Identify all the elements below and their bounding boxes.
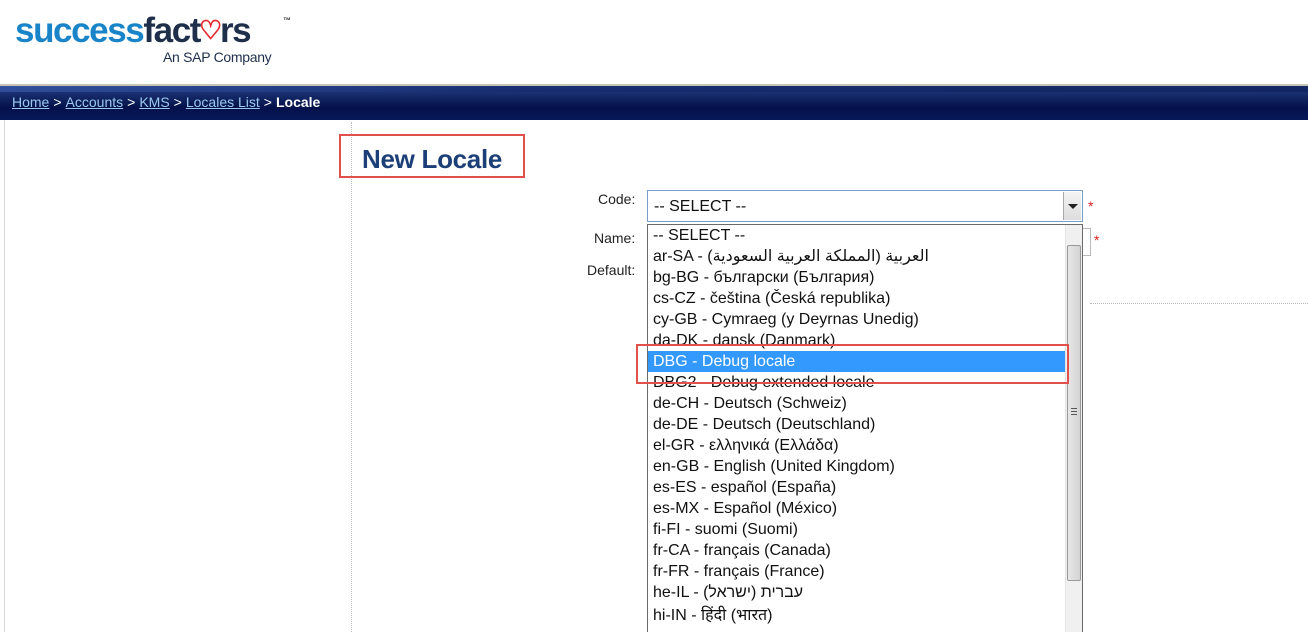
breadcrumb-bar: Home > Accounts > KMS > Locales List > Locale <box>0 86 1308 120</box>
breadcrumb: Home > Accounts > KMS > Locales List > Locale <box>12 94 320 110</box>
dropdown-option[interactable]: el-GR - ελληνικά (Ελλάδα) <box>648 435 1065 456</box>
dropdown-option[interactable]: ar-SA - العربية (المملكة العربية السعودي… <box>648 246 1065 267</box>
section-divider <box>1090 303 1308 304</box>
dropdown-option[interactable]: fr-FR - français (France) <box>648 561 1065 582</box>
successfactors-logo: successfact♡rs ™ An SAP Company <box>15 10 291 65</box>
logo-tagline: An SAP Company <box>163 49 272 65</box>
logo-wordmark-factors: fact♡rs <box>143 11 251 50</box>
heart-icon: ♡ <box>199 15 222 45</box>
option-highlight-box <box>636 344 1069 384</box>
dropdown-option[interactable]: bg-BG - български (България) <box>648 267 1065 288</box>
logo-wordmark: successfact♡rs <box>15 11 252 50</box>
breadcrumb-separator: > <box>173 94 182 110</box>
code-select-value: -- SELECT -- <box>654 198 747 215</box>
dropdown-option[interactable]: de-DE - Deutsch (Deutschland) <box>648 414 1065 435</box>
name-required-marker: * <box>1094 232 1100 248</box>
grip-line <box>1071 408 1077 409</box>
default-label: Default: <box>587 262 636 278</box>
name-label: Name: <box>594 230 636 246</box>
grip-line <box>1071 411 1077 412</box>
dropdown-option[interactable]: es-ES - español (España) <box>648 477 1065 498</box>
breadcrumb-current: Locale <box>275 94 321 110</box>
dropdown-scrollbar[interactable] <box>1065 225 1082 632</box>
column-divider <box>351 122 352 632</box>
chevron-down-icon <box>1068 204 1078 209</box>
dropdown-option[interactable]: -- SELECT -- <box>648 225 1065 246</box>
dropdown-option[interactable]: fi-FI - suomi (Suomi) <box>648 519 1065 540</box>
content-border <box>4 120 5 632</box>
breadcrumb-locales-list-link[interactable]: Locales List <box>186 94 260 110</box>
grip-line <box>1071 414 1077 415</box>
code-select[interactable]: -- SELECT -- <box>647 190 1083 222</box>
code-label: Code: <box>598 191 636 207</box>
breadcrumb-separator: > <box>263 94 272 110</box>
breadcrumb-accounts-link[interactable]: Accounts <box>66 94 124 110</box>
breadcrumb-separator: > <box>53 94 62 110</box>
dropdown-option[interactable]: hi-IN - हिंदी (भारत) <box>648 604 1065 628</box>
breadcrumb-separator: > <box>127 94 136 110</box>
breadcrumb-kms-link[interactable]: KMS <box>139 94 169 110</box>
logo-trademark: ™ <box>283 16 291 25</box>
breadcrumb-home-link[interactable]: Home <box>12 94 49 110</box>
dropdown-option[interactable]: de-CH - Deutsch (Schweiz) <box>648 393 1065 414</box>
code-dropdown-list[interactable]: -- SELECT -- ar-SA - العربية (المملكة ال… <box>647 224 1083 632</box>
code-required-marker: * <box>1088 198 1094 214</box>
dropdown-option[interactable]: he-IL - עברית (ישראל) <box>648 582 1065 603</box>
dropdown-option[interactable]: en-GB - English (United Kingdom) <box>648 456 1065 477</box>
dropdown-option[interactable]: cy-GB - Cymraeg (y Deyrnas Unedig) <box>648 309 1065 330</box>
page-title: New Locale <box>362 144 503 174</box>
dropdown-option[interactable]: fr-CA - français (Canada) <box>648 540 1065 561</box>
scrollbar-thumb[interactable] <box>1067 245 1081 581</box>
dropdown-option[interactable]: cs-CZ - čeština (Česká republika) <box>648 288 1065 309</box>
select-dropdown-button[interactable] <box>1063 192 1081 220</box>
dropdown-option[interactable]: es-MX - Español (México) <box>648 498 1065 519</box>
app-header: successfact♡rs ™ An SAP Company <box>0 0 1308 86</box>
